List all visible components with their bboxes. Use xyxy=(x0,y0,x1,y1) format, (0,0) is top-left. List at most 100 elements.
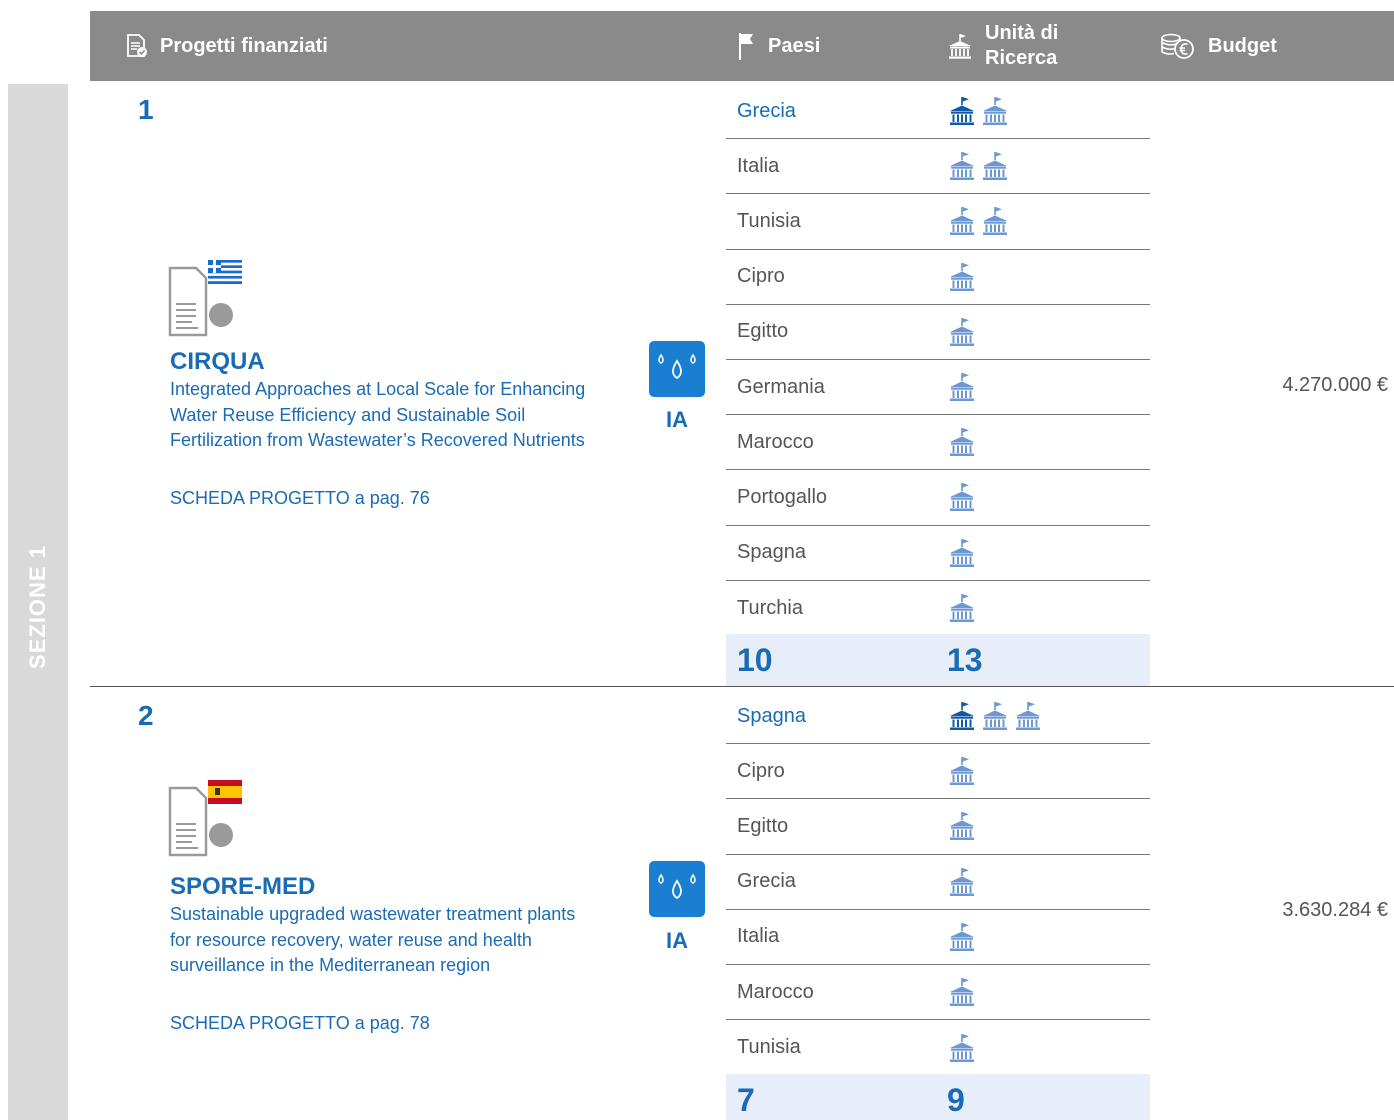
project-link[interactable]: SCHEDA PROGETTO a pag. 76 xyxy=(170,488,430,509)
countries-list: Grecia Italia Tunisia Cipro Egitto Germania Ma… xyxy=(726,84,1150,636)
water-drops-icon xyxy=(649,341,705,397)
research-units xyxy=(947,250,977,304)
country-name: Spagna xyxy=(737,541,806,564)
country-name: Marocco xyxy=(737,980,814,1003)
research-units xyxy=(947,965,977,1019)
country-row: Cipro xyxy=(726,250,1150,305)
country-name: Tunisia xyxy=(737,1036,801,1059)
institution-icon xyxy=(950,97,974,126)
institution-icon xyxy=(950,867,974,896)
project-type-label: IA xyxy=(666,928,688,953)
flag-icon xyxy=(739,33,753,60)
country-row: Tunisia xyxy=(726,194,1150,250)
country-name: Italia xyxy=(737,154,780,177)
project-number: 1 xyxy=(138,94,154,125)
research-units xyxy=(947,84,1010,138)
country-name: Italia xyxy=(737,925,780,948)
institution-icon xyxy=(983,702,1007,731)
research-units xyxy=(947,581,977,636)
research-units xyxy=(947,470,977,524)
research-units xyxy=(947,139,1010,193)
total-units: 9 xyxy=(947,1082,965,1118)
research-units xyxy=(947,305,977,359)
country-name: Egitto xyxy=(737,814,789,837)
institution-icon xyxy=(950,538,974,567)
coins-euro-icon xyxy=(1161,33,1194,59)
water-drops-icon xyxy=(649,861,705,917)
research-units xyxy=(947,689,1043,743)
country-name: Grecia xyxy=(737,99,796,122)
institution-icon xyxy=(950,922,974,951)
institution-icon xyxy=(950,702,974,731)
table-header: Progetti finanziati Paesi Unità di Ricer… xyxy=(90,11,1394,81)
spain-flag xyxy=(208,780,242,804)
project-budget: 4.270.000 € xyxy=(1282,374,1388,396)
countries-list: Spagna Cipro Egitto Grecia Italia Marocco Tuni… xyxy=(726,689,1150,1075)
institution-icon xyxy=(983,97,1007,126)
institution-icon xyxy=(950,757,974,786)
header-countries-label: Paesi xyxy=(768,34,821,57)
header-budget-label: Budget xyxy=(1208,34,1277,57)
project-name: CIRQUA xyxy=(170,348,265,375)
institution-icon xyxy=(950,373,974,402)
header-projects-label: Progetti finanziati xyxy=(160,34,328,57)
country-row: Cipro xyxy=(726,744,1150,800)
totals-row: 10 13 xyxy=(726,634,1150,686)
total-countries: 10 xyxy=(737,642,773,678)
research-units xyxy=(947,526,977,580)
research-units xyxy=(947,194,1010,248)
project-separator xyxy=(90,686,1394,687)
project-link[interactable]: SCHEDA PROGETTO a pag. 78 xyxy=(170,1013,430,1034)
research-units xyxy=(947,799,977,853)
institution-icon xyxy=(983,207,1007,236)
institution-icon xyxy=(950,317,974,346)
project-name: SPORE-MED xyxy=(170,873,316,900)
total-countries: 7 xyxy=(737,1082,755,1118)
country-row: Turchia xyxy=(726,581,1150,636)
country-row: Spagna xyxy=(726,689,1150,745)
institution-icon xyxy=(950,483,974,512)
document-check-icon xyxy=(127,34,147,57)
country-row: Grecia xyxy=(726,855,1150,910)
research-units xyxy=(947,855,977,909)
project-document-icon xyxy=(168,260,242,337)
country-row: Grecia xyxy=(726,84,1150,140)
research-units xyxy=(947,1020,977,1075)
project-number: 2 xyxy=(138,700,154,731)
country-row: Egitto xyxy=(726,305,1150,360)
header-projects: Progetti finanziati xyxy=(126,11,328,81)
project-document-icon xyxy=(168,780,242,857)
institution-icon xyxy=(950,978,974,1007)
research-units xyxy=(947,415,977,469)
institution-icon xyxy=(950,207,974,236)
country-row: Italia xyxy=(726,910,1150,965)
country-row: Marocco xyxy=(726,415,1150,471)
country-row: Tunisia xyxy=(726,1020,1150,1075)
country-name: Cipro xyxy=(737,759,785,782)
greece-flag xyxy=(208,260,242,284)
research-units xyxy=(947,910,977,964)
section-label: SEZIONE 1 xyxy=(25,545,50,669)
header-units-label: Unità di Ricerca xyxy=(985,22,1059,69)
project-description: Integrated Approaches at Local Scale for… xyxy=(170,379,586,450)
country-row: Germania xyxy=(726,360,1150,416)
country-name: Egitto xyxy=(737,320,789,343)
country-row: Portogallo xyxy=(726,470,1150,526)
country-row: Marocco xyxy=(726,965,1150,1021)
institution-icon xyxy=(949,34,971,59)
institution-icon xyxy=(1016,702,1040,731)
country-row: Spagna xyxy=(726,526,1150,581)
institution-icon xyxy=(950,262,974,291)
project-budget: 3.630.284 € xyxy=(1282,899,1388,921)
research-units xyxy=(947,360,977,414)
header-units: Unità di Ricerca xyxy=(947,11,1058,81)
country-row: Egitto xyxy=(726,799,1150,855)
header-countries: Paesi xyxy=(738,11,820,81)
institution-icon xyxy=(950,428,974,457)
institution-icon xyxy=(950,812,974,841)
institution-icon xyxy=(950,152,974,181)
total-units: 13 xyxy=(947,642,983,678)
institution-icon xyxy=(950,1033,974,1062)
totals-row: 7 9 xyxy=(726,1074,1150,1120)
country-name: Marocco xyxy=(737,430,814,453)
